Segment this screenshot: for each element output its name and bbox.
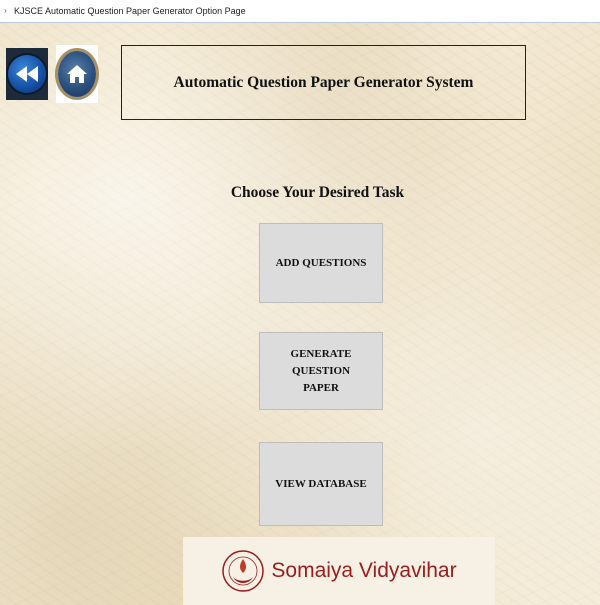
window-title: KJSCE Automatic Question Paper Generator… (14, 6, 246, 16)
back-button[interactable] (6, 48, 48, 100)
window-titlebar: › KJSCE Automatic Question Paper Generat… (0, 0, 600, 23)
home-button[interactable] (56, 45, 98, 103)
add-questions-label: ADD QUESTIONS (275, 256, 367, 269)
task-prompt: Choose Your Desired Task (230, 184, 405, 201)
somaiya-logo-text: Somaiya Vidyavihar (271, 559, 457, 582)
add-questions-button[interactable]: ADD QUESTIONS (259, 223, 383, 303)
view-database-label: VIEW DATABASE (275, 477, 367, 490)
generate-question-paper-button[interactable]: GENERATE QUESTION PAPER (259, 332, 383, 410)
somaiya-logo-banner: Somaiya Vidyavihar (183, 537, 495, 605)
back-arrow-icon (16, 66, 38, 82)
view-database-button[interactable]: VIEW DATABASE (259, 442, 383, 526)
generate-question-paper-label: GENERATE QUESTION PAPER (290, 347, 352, 394)
somaiya-emblem-icon (222, 550, 265, 592)
window-menu-icon[interactable]: › (4, 7, 10, 15)
home-icon (67, 65, 87, 83)
app-title-box: Automatic Question Paper Generator Syste… (121, 45, 526, 120)
app-title: Automatic Question Paper Generator Syste… (173, 73, 474, 91)
